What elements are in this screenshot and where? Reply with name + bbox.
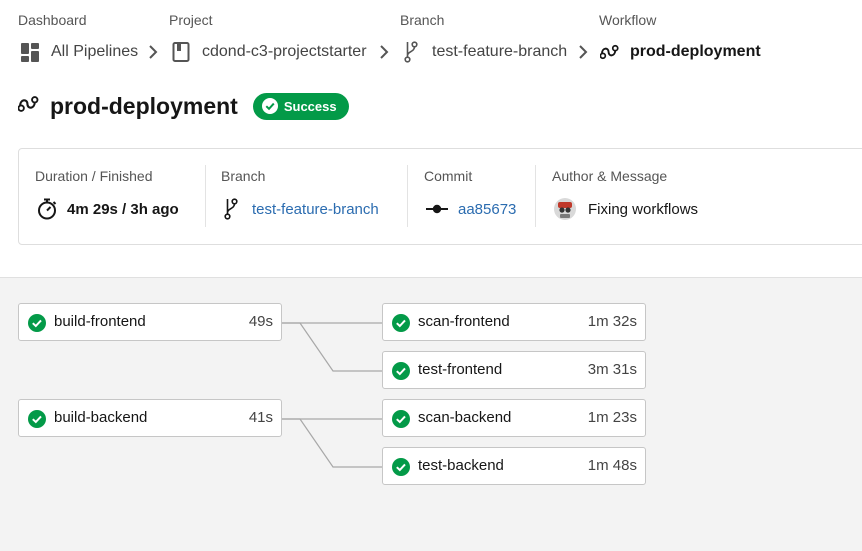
breadcrumb-label: prod-deployment — [630, 43, 761, 60]
job-name: build-backend — [54, 409, 148, 426]
breadcrumb-all-pipelines[interactable]: All Pipelines — [20, 41, 138, 63]
branch-label: Branch — [221, 168, 266, 184]
commit-value-row: aa85673 — [426, 198, 516, 220]
author-column: Author & Message Fixing workflows — [536, 149, 862, 244]
breadcrumb-label: cdond-c3-projectstarter — [202, 43, 367, 60]
breadcrumb-project[interactable]: cdond-c3-projectstarter — [171, 41, 367, 63]
stopwatch-icon — [37, 198, 57, 220]
breadcrumb-branch[interactable]: test-feature-branch — [403, 41, 567, 63]
job-duration: 1m 32s — [587, 313, 637, 330]
duration-label: Duration / Finished — [35, 168, 153, 184]
job-name: test-backend — [418, 457, 504, 474]
job-duration: 1m 23s — [587, 409, 637, 426]
workflow-graph: build-frontend 49s build-backend 41s sca… — [0, 277, 862, 551]
commit-label: Commit — [424, 168, 473, 184]
duration-value-row: 4m 29s / 3h ago — [37, 198, 179, 220]
job-name: build-frontend — [54, 313, 146, 330]
check-circle-icon — [261, 98, 278, 114]
chevron-right-icon — [149, 45, 158, 59]
job-scan-frontend[interactable]: scan-frontend 1m 32s — [382, 303, 646, 341]
success-check-icon — [392, 458, 410, 476]
avatar — [554, 198, 576, 220]
breadcrumb-heading-workflow: Workflow — [599, 12, 657, 28]
git-branch-icon — [403, 41, 419, 63]
job-name: scan-frontend — [418, 313, 510, 330]
branch-link[interactable]: test-feature-branch — [252, 201, 379, 218]
breadcrumb-heading-project: Project — [169, 12, 213, 28]
breadcrumb-label: test-feature-branch — [432, 43, 568, 60]
status-text: Success — [283, 98, 337, 114]
job-name: scan-backend — [418, 409, 512, 426]
job-test-frontend[interactable]: test-frontend 3m 31s — [382, 351, 646, 389]
commit-column: Commit aa85673 — [408, 149, 535, 244]
workflow-header: prod-deployment Success — [17, 90, 349, 122]
commit-message: Fixing workflows — [588, 200, 699, 218]
branch-value-row: test-feature-branch — [224, 198, 379, 220]
chevron-right-icon — [579, 45, 588, 59]
success-check-icon — [392, 314, 410, 332]
job-duration: 3m 31s — [587, 361, 637, 378]
author-label: Author & Message — [552, 168, 668, 184]
breadcrumb-heading-branch: Branch — [400, 12, 445, 28]
success-check-icon — [28, 410, 46, 428]
commit-link[interactable]: aa85673 — [458, 201, 516, 218]
duration-value: 4m 29s / 3h ago — [67, 200, 179, 218]
book-icon — [171, 42, 191, 62]
breadcrumb-heading-dashboard: Dashboard — [18, 12, 87, 28]
workflow-icon — [600, 42, 620, 62]
dashboard-icon — [20, 42, 40, 62]
job-test-backend[interactable]: test-backend 1m 48s — [382, 447, 646, 485]
breadcrumb-label: All Pipelines — [51, 43, 139, 60]
job-name: test-frontend — [418, 361, 503, 378]
job-scan-backend[interactable]: scan-backend 1m 23s — [382, 399, 646, 437]
chevron-right-icon — [380, 45, 389, 59]
status-badge: Success — [252, 92, 349, 120]
branch-column: Branch test-feature-branch — [206, 149, 407, 244]
commit-icon — [426, 203, 448, 215]
job-build-backend[interactable]: build-backend 41s — [18, 399, 282, 437]
success-check-icon — [392, 410, 410, 428]
job-duration: 41s — [248, 409, 273, 426]
workflow-summary-card: Duration / Finished 4m 29s / 3h ago Bran… — [18, 148, 862, 245]
workflow-icon — [17, 95, 40, 118]
success-check-icon — [392, 362, 410, 380]
git-branch-icon — [224, 198, 238, 220]
breadcrumb-workflow: prod-deployment — [600, 41, 761, 63]
page-title: prod-deployment — [50, 92, 238, 119]
job-duration: 49s — [248, 313, 273, 330]
author-value-row: Fixing workflows — [554, 198, 698, 220]
job-duration: 1m 48s — [587, 457, 637, 474]
job-build-frontend[interactable]: build-frontend 49s — [18, 303, 282, 341]
duration-column: Duration / Finished 4m 29s / 3h ago — [19, 149, 205, 244]
success-check-icon — [28, 314, 46, 332]
